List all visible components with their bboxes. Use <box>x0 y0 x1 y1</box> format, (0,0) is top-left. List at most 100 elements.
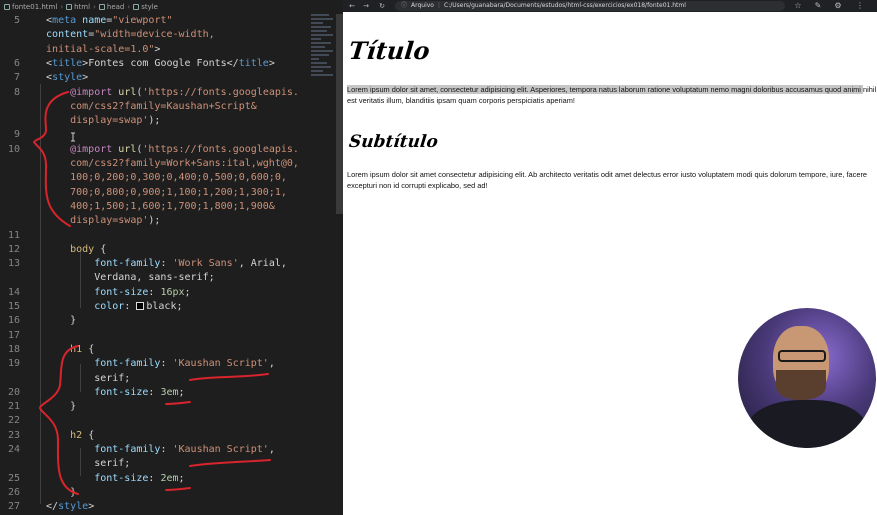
code-token: </ <box>34 501 59 513</box>
line-number: 16 <box>7 315 20 327</box>
breadcrumb: fonte01.html › html › head › style <box>0 0 343 14</box>
code-line[interactable]: initial-scale=1.0"> <box>0 43 310 57</box>
code-text: </style> <box>34 500 94 514</box>
code-line[interactable]: 18 h1 { <box>0 343 310 357</box>
code-token: name <box>76 15 107 26</box>
code-token: 'Kaushan Script' <box>172 358 269 370</box>
code-token: 'https://fonts.googleapis. <box>142 143 299 155</box>
code-line[interactable]: com/css2?family=Work+Sans:ital,wght@0, <box>0 157 310 171</box>
code-line[interactable]: display=swap'); <box>0 214 310 228</box>
code-line[interactable]: 12 body { <box>0 243 310 257</box>
code-token: body <box>34 243 95 255</box>
code-token: } <box>34 315 77 327</box>
line-number: 17 <box>7 329 20 341</box>
code-line[interactable]: 16 } <box>0 314 310 328</box>
code-token: font-family <box>34 258 161 270</box>
breadcrumb-item[interactable]: fonte01.html <box>4 0 57 14</box>
menu-icon[interactable]: ⋮ <box>853 0 867 12</box>
code-line[interactable]: 27 </style> <box>0 500 310 514</box>
extension-icon[interactable]: ⚙ <box>831 0 845 12</box>
code-line[interactable]: 21 } <box>0 400 310 414</box>
minimap[interactable] <box>311 14 335 84</box>
code-text: } <box>34 486 76 500</box>
color-swatch-icon <box>136 302 145 310</box>
code-line[interactable]: 11 <box>0 229 310 243</box>
code-token: serif; <box>34 458 131 470</box>
code-line[interactable]: 20 font-size: 3em; <box>0 386 310 400</box>
bookmark-star-icon[interactable]: ☆ <box>791 0 805 12</box>
reload-icon[interactable]: ↻ <box>375 0 389 12</box>
code-line[interactable]: 400;1,500;1,600;1,700;1,800;1,900& <box>0 200 310 214</box>
code-text: content="width=device-width, <box>34 28 215 42</box>
code-token: > <box>154 43 161 55</box>
code-token: > <box>88 501 95 513</box>
info-icon[interactable]: ⓘ <box>401 2 407 9</box>
code-token: @import <box>34 86 113 98</box>
breadcrumb-item[interactable]: html <box>66 0 90 14</box>
code-line[interactable]: display=swap'); <box>0 114 310 128</box>
code-token: ; <box>184 286 191 298</box>
code-text: color: black; <box>34 300 182 314</box>
code-line[interactable]: 25 font-size: 2em; <box>0 472 310 486</box>
code-line[interactable]: 7 <style> <box>0 71 310 85</box>
code-line[interactable]: 9 <box>0 128 310 142</box>
breadcrumb-separator: › <box>60 3 64 11</box>
code-line[interactable]: 100;0,200;0,300;0,400;0,500;0,600;0, <box>0 171 310 185</box>
code-text: com/css2?family=Work+Sans:ital,wght@0, <box>34 157 299 171</box>
forward-icon[interactable]: → <box>359 0 373 12</box>
code-token: ); <box>148 215 161 227</box>
address-bar[interactable]: ⓘ Arquivo | C:/Users/guanabara/Documents/es… <box>395 1 785 11</box>
breadcrumb-item[interactable]: style <box>133 0 158 14</box>
code-token: 400;1,500;1,600;1,700;1,800;1,900& <box>34 200 275 212</box>
code-text: serif; <box>34 457 130 471</box>
code-editor[interactable]: fonte01.html › html › head › style 5 <meta nam… <box>0 0 343 515</box>
code-area[interactable]: 5 <meta name="viewport" content="width=d… <box>0 14 343 515</box>
line-number: 18 <box>7 343 20 355</box>
breadcrumb-item[interactable]: head <box>98 0 124 14</box>
code-token: >Fontes com Google Fonts</ <box>82 57 239 69</box>
code-token: { <box>82 343 95 355</box>
code-line[interactable]: 17 <box>0 329 310 343</box>
code-token: style <box>52 72 83 84</box>
editor-scrollbar[interactable] <box>336 14 343 214</box>
code-line[interactable]: content="width=device-width, <box>0 28 310 42</box>
back-icon[interactable]: ← <box>345 0 359 12</box>
code-line[interactable]: 5 <meta name="viewport" <box>0 14 310 28</box>
code-line[interactable]: 10 @import url('https://fonts.googleapis… <box>0 143 310 157</box>
code-token: : <box>160 258 173 270</box>
code-text: Verdana, sans-serif; <box>34 271 214 285</box>
code-token: , <box>268 444 275 455</box>
code-token: font-size <box>34 286 149 298</box>
code-token: < <box>34 72 53 84</box>
code-token: font-size <box>34 472 149 484</box>
code-text: @import url('https://fonts.googleapis. <box>34 143 299 157</box>
code-line[interactable]: 8 @import url('https://fonts.googleapis. <box>0 86 310 100</box>
code-line[interactable]: 22 <box>0 414 310 428</box>
code-text: serif; <box>34 372 130 386</box>
code-token: serif; <box>34 372 131 384</box>
code-line[interactable]: 24 font-family: 'Kaushan Script', <box>0 443 310 457</box>
code-line[interactable]: 23 h2 { <box>0 429 310 443</box>
code-line[interactable]: 6 <title>Fontes com Google Fonts</title> <box>0 57 310 71</box>
breadcrumb-label: html <box>74 3 91 11</box>
breadcrumb-separator: › <box>127 3 131 11</box>
code-line[interactable]: serif; <box>0 372 310 386</box>
file-icon <box>98 4 105 10</box>
code-text: h1 { <box>34 343 94 357</box>
code-line[interactable]: com/css2?family=Kaushan+Script& <box>0 100 310 114</box>
code-line[interactable]: 13 font-family: 'Work Sans', Arial, <box>0 257 310 271</box>
code-line[interactable]: 15 color: black; <box>0 300 310 314</box>
code-token: : <box>160 358 173 370</box>
code-token: > <box>268 57 275 69</box>
paragraph-1: Lorem ipsum dolor sit amet, consectetur … <box>347 84 877 106</box>
breadcrumb-label: style <box>141 3 158 11</box>
code-token: color <box>34 301 125 312</box>
code-line[interactable]: 19 font-family: 'Kaushan Script', <box>0 357 310 371</box>
code-line[interactable]: 26 } <box>0 486 310 500</box>
code-line[interactable]: Verdana, sans-serif; <box>0 271 310 285</box>
edit-icon[interactable]: ✎ <box>811 0 825 12</box>
code-line[interactable]: 14 font-size: 16px; <box>0 286 310 300</box>
code-line[interactable]: 700;0,800;0,900;1,100;1,200;1,300;1, <box>0 186 310 200</box>
code-line[interactable]: serif; <box>0 457 310 471</box>
code-text: display=swap'); <box>34 214 160 228</box>
